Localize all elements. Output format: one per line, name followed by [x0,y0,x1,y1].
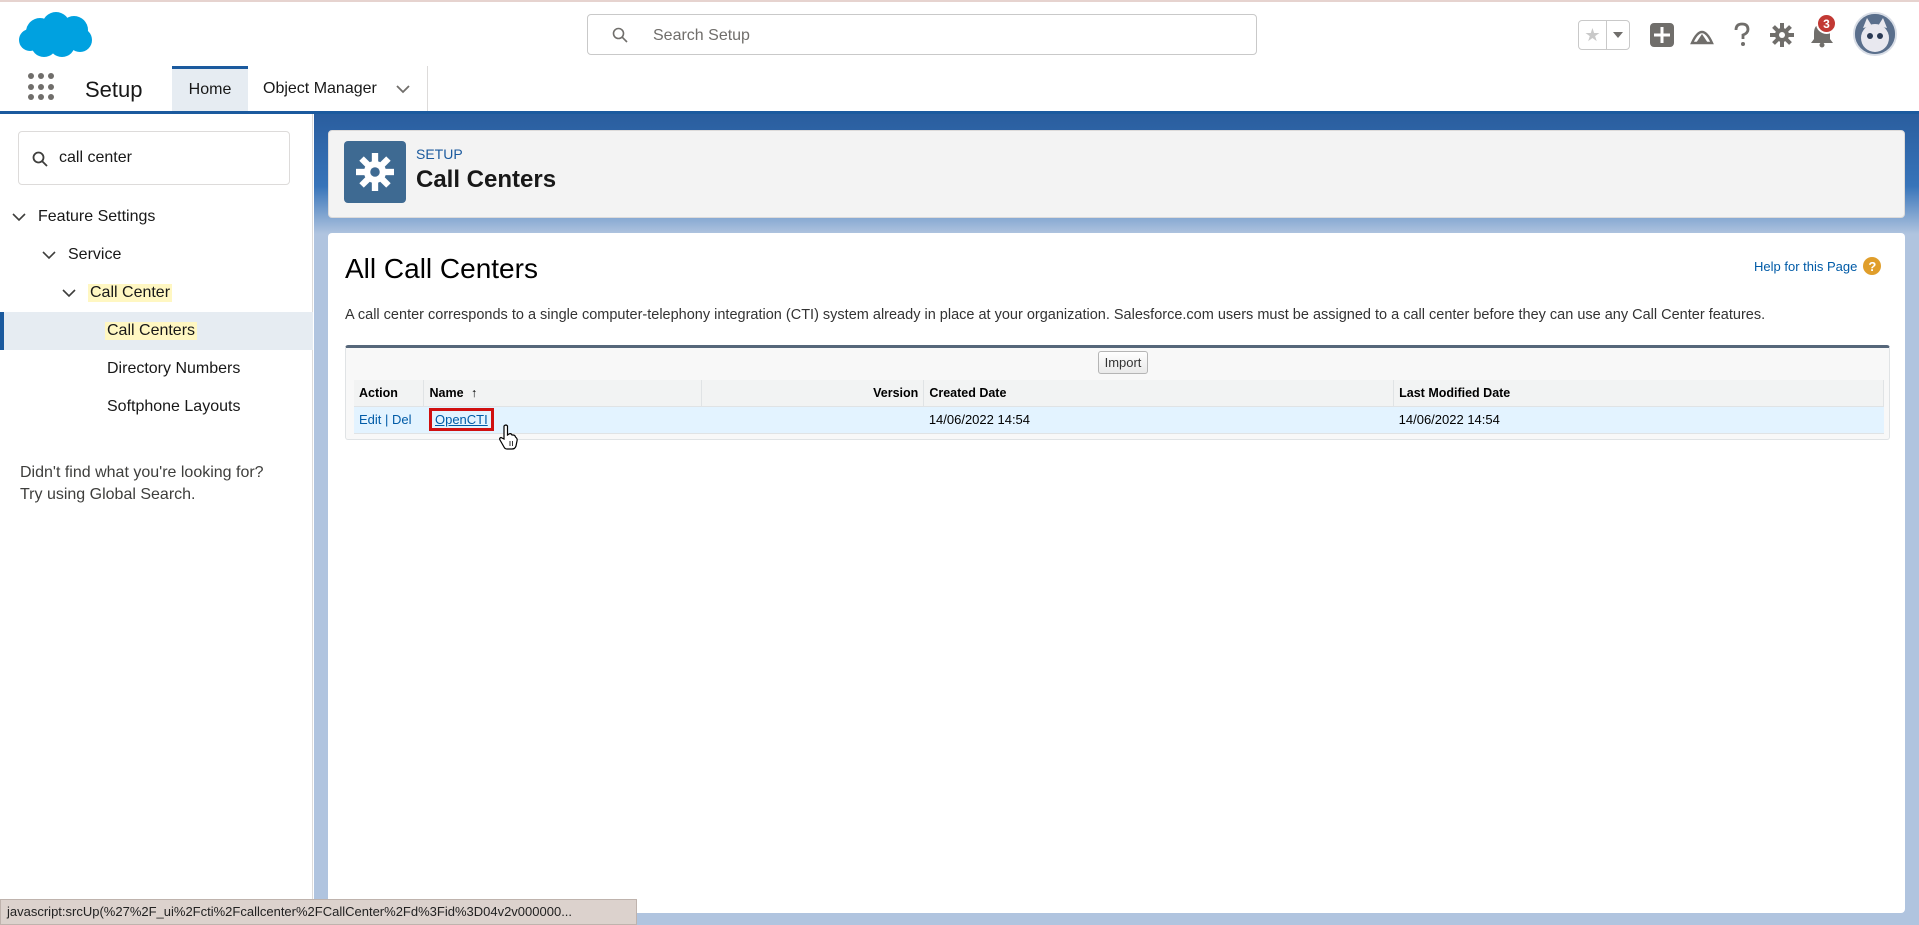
search-icon [612,27,628,43]
quick-find-input[interactable]: call center [18,131,290,185]
salesforce-logo[interactable] [18,10,94,60]
row-actions: Edit | Del [354,406,424,434]
chevron-down-icon[interactable] [395,81,411,97]
col-action: Action [354,380,425,407]
page-title: Call Centers [416,166,557,193]
hand-pointer-cursor-icon [499,424,518,450]
global-search-input[interactable]: Search Setup [587,14,1257,55]
chevron-down-icon [62,289,76,298]
col-version[interactable]: Version [701,380,925,407]
tree-label: Softphone Layouts [107,398,241,415]
action-separator: | [385,412,389,427]
help-question-icon: ? [1863,257,1882,275]
tree-label: Directory Numbers [107,360,241,377]
astro-avatar-icon [1855,14,1895,54]
tree-item-directory-numbers[interactable]: Directory Numbers [107,360,240,378]
tree-item-call-center[interactable]: Call Center [62,284,173,302]
notification-count-badge: 3 [1816,13,1837,34]
sort-arrow-icon: ↑ [471,385,478,400]
page-header: SETUP Call Centers [328,130,1905,218]
tab-object-manager[interactable]: Object Manager [248,66,428,111]
tree-label: Call Centers [105,322,198,340]
tree-item-call-centers[interactable]: Call Centers [105,322,198,340]
list-title: All Call Centers [345,253,538,284]
call-centers-list: Import Action Name ↑ Version Created Dat… [345,345,1890,440]
col-name[interactable]: Name ↑ [423,380,703,407]
sidebar-help-line1: Didn't find what you're looking for? [20,464,264,481]
edit-link[interactable]: Edit [359,412,381,427]
help-for-page-link[interactable]: Help for this Page ? [1754,257,1882,275]
favorites-dropdown-button[interactable] [1607,21,1629,49]
app-name: Setup [85,77,143,102]
gear-icon [356,153,394,191]
search-icon [32,151,48,167]
setup-gear-button[interactable] [1768,21,1796,49]
page-eyebrow: SETUP [416,146,463,162]
plus-icon [1650,23,1674,47]
search-placeholder: Search Setup [653,27,750,44]
col-created-date[interactable]: Created Date [923,380,1395,407]
quick-find-value: call center [59,149,132,166]
tree-item-feature-settings[interactable]: Feature Settings [12,208,155,226]
user-avatar[interactable] [1853,12,1897,56]
tree-item-softphone-layouts[interactable]: Softphone Layouts [107,398,240,416]
tab-object-manager-label: Object Manager [263,79,377,97]
sidebar-help-text: Didn't find what you're looking for? Try… [20,462,264,506]
col-last-modified-date[interactable]: Last Modified Date [1393,380,1884,407]
tree-label: Feature Settings [38,208,156,225]
app-launcher-icon[interactable] [28,73,56,101]
global-search-link[interactable]: Try using Global Search. [20,484,264,506]
tab-home[interactable]: Home [172,66,248,111]
gear-icon [1770,23,1794,47]
global-actions-button[interactable] [1648,21,1676,49]
delete-link[interactable]: Del [392,412,412,427]
row-version-cell [701,406,924,434]
tree-label: Call Center [88,284,173,302]
import-button[interactable]: Import [1098,351,1148,374]
setup-gear-icon [344,141,406,203]
trailhead-icon [1690,30,1714,45]
caret-down-icon [1613,32,1623,38]
global-header: Search Setup ★ 3 [0,0,1919,66]
row-name-cell: OpenCTI [423,406,702,434]
chevron-down-icon [42,251,56,260]
question-icon [1734,22,1750,46]
help-link-label: Help for this Page [1754,258,1858,274]
tree-label: Service [68,246,122,263]
help-button[interactable] [1728,21,1756,49]
favorites-group: ★ [1578,20,1630,50]
call-centers-table: Action Name ↑ Version Created Date Last … [354,380,1884,434]
table-header-row: Action Name ↑ Version Created Date Last … [354,380,1884,407]
content-panel: All Call Centers Help for this Page ? A … [328,233,1905,913]
chevron-down-icon [12,213,26,222]
col-name-label: Name [429,385,464,400]
row-created-date: 14/06/2022 14:54 [923,406,1394,434]
setup-sidebar: call center Feature Settings Service Cal… [0,114,313,925]
row-last-modified-date: 14/06/2022 14:54 [1393,406,1884,434]
favorite-star-icon[interactable]: ★ [1579,21,1607,49]
table-row: Edit | Del OpenCTI 14/06/2022 14:54 14/0… [354,406,1884,434]
call-center-name-link[interactable]: OpenCTI [428,408,494,431]
page-description: A call center corresponds to a single co… [345,307,1766,323]
trailhead-button[interactable] [1688,21,1716,49]
browser-status-bar: javascript:srcUp(%27%2F_ui%2Fcti%2Fcallc… [0,899,637,925]
tree-item-service[interactable]: Service [42,246,121,264]
